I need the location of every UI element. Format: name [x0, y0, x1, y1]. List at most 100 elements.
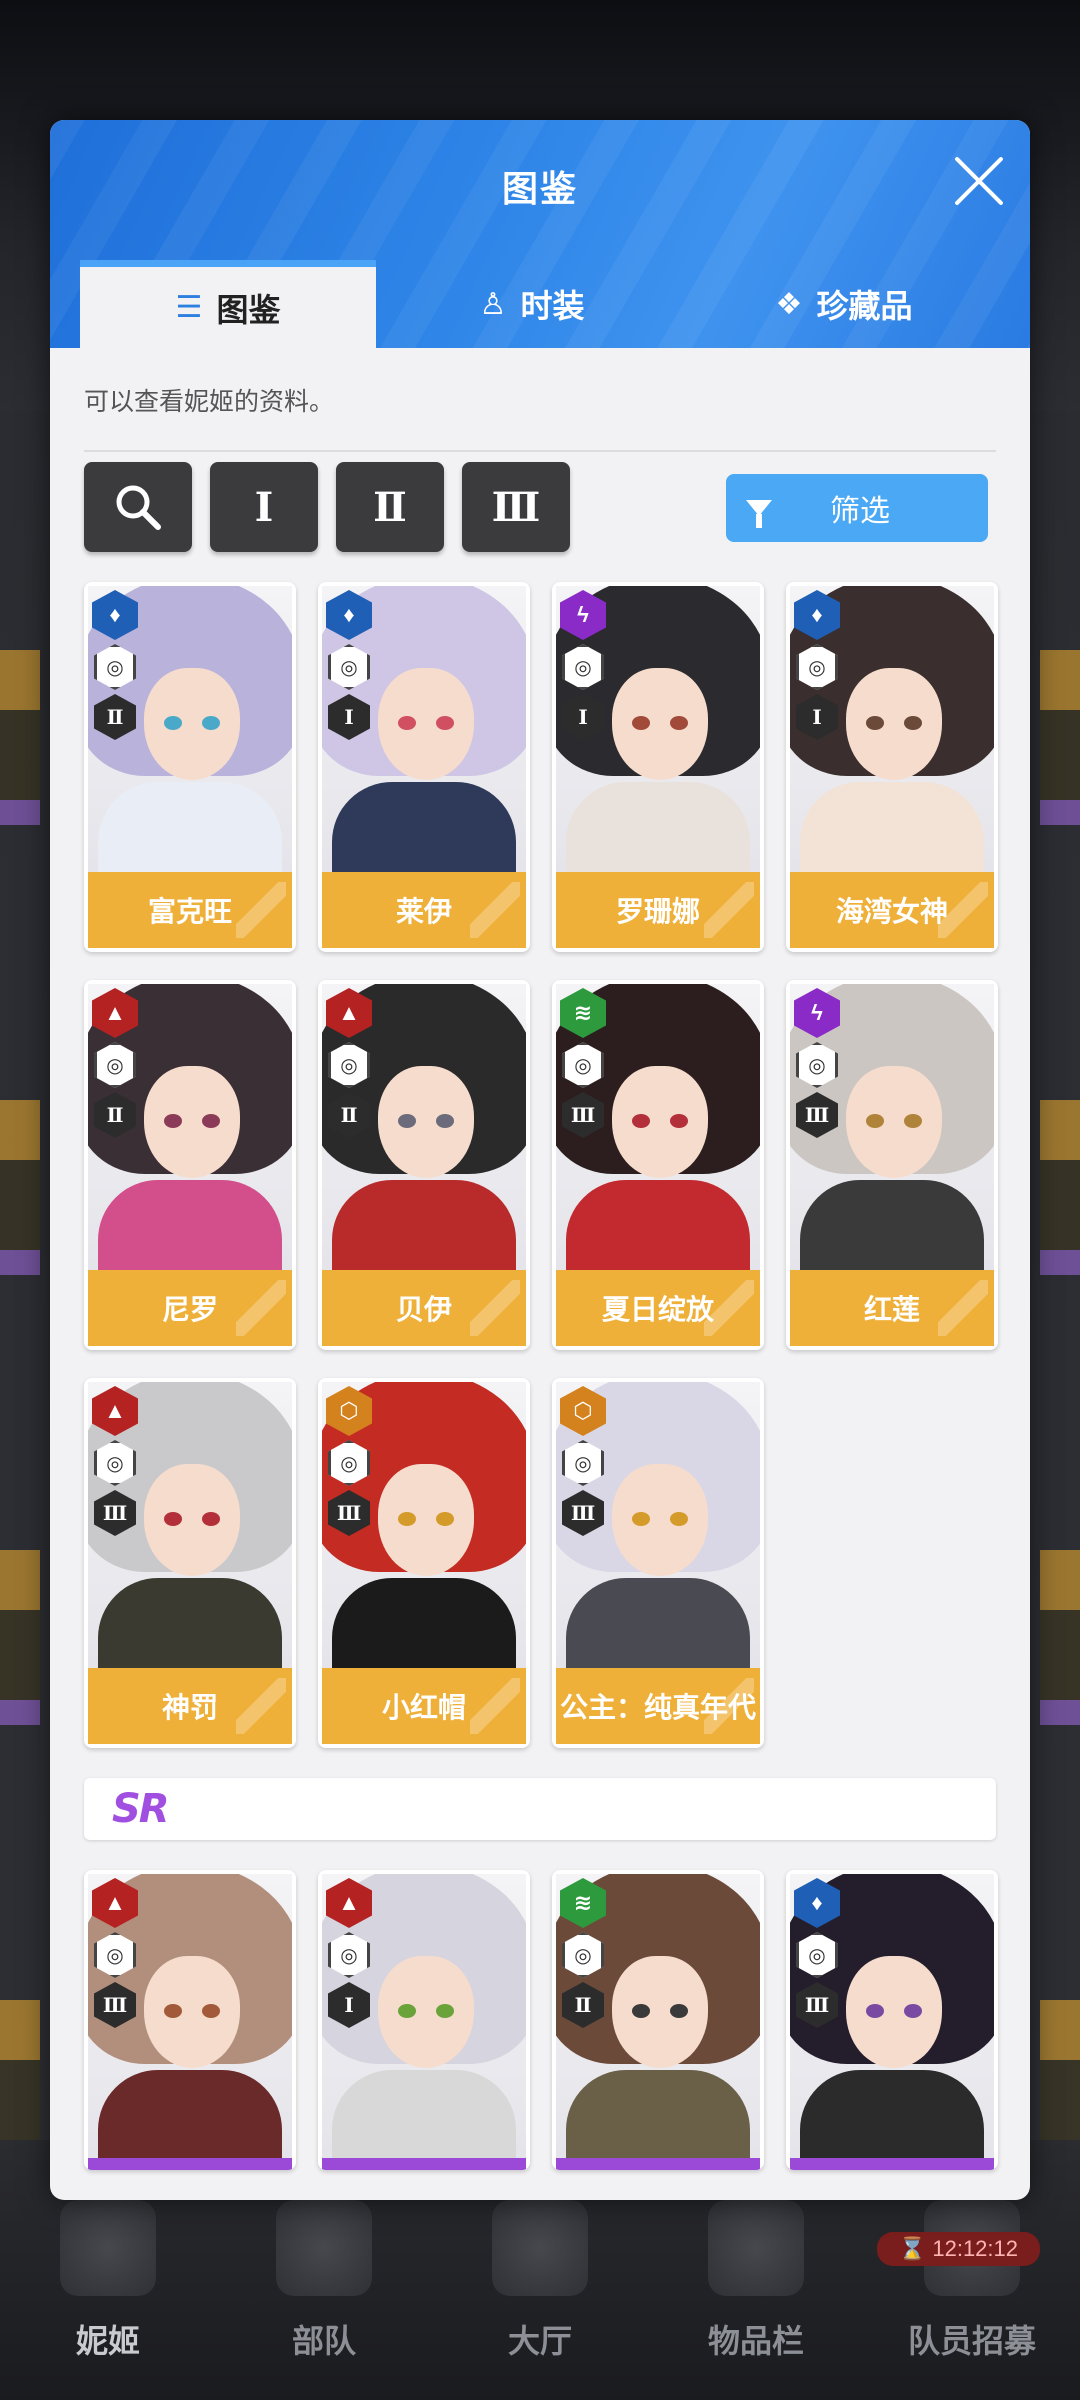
character-name: 红莲 [790, 1270, 994, 1346]
character-card[interactable]: ⬡ ◎ Ⅲ 公主：纯真年代 [552, 1378, 764, 1748]
nav-icon [60, 2200, 156, 2296]
tab-1[interactable]: ♙ 时装 [376, 260, 688, 348]
nav-icon [492, 2200, 588, 2296]
character-badges: ϟ ◎ Ⅲ [794, 988, 846, 1142]
character-badges: ▲ ◎ Ⅲ [92, 1878, 144, 2032]
character-badges: ♦ ◎ Ⅰ [326, 590, 378, 744]
water-element-icon: ♦ [794, 1878, 840, 1928]
sr-rarity-label: SR [112, 1786, 170, 1832]
character-card[interactable]: ▲ ◎ Ⅱ 贝伊 [318, 980, 530, 1350]
character-badges: ▲ ◎ Ⅰ [326, 1878, 378, 2032]
nav-item[interactable]: 物品栏 [666, 2200, 846, 2362]
nav-icon [276, 2200, 372, 2296]
nav-item[interactable]: 部队 [234, 2200, 414, 2362]
character-card[interactable]: ϟ ◎ Ⅰ 罗珊娜 [552, 582, 764, 952]
weapon-type-icon: ◎ [562, 1932, 604, 1978]
fire-element-icon: ▲ [92, 1386, 138, 1436]
burst-level-badge: Ⅱ [328, 1092, 370, 1138]
filter-button[interactable]: 筛选 [726, 474, 988, 542]
nav-label: 部队 [291, 2323, 356, 2359]
character-badges: ♦ ◎ Ⅱ [92, 590, 144, 744]
weapon-type-icon: ◎ [562, 1042, 604, 1088]
weapon-type-icon: ◎ [562, 644, 604, 690]
water-element-icon: ♦ [794, 590, 840, 640]
character-name: 神罚 [88, 1668, 292, 1744]
character-card[interactable]: ♦ ◎ Ⅰ 海湾女神 [786, 582, 998, 952]
divider [84, 450, 996, 452]
fire-element-icon: ▲ [326, 1878, 372, 1928]
character-name: 夏日绽放 [556, 1270, 760, 1346]
burst-level-badge: Ⅲ [328, 1490, 370, 1536]
fire-element-icon: ▲ [326, 988, 372, 1038]
iron-element-icon: ⬡ [326, 1386, 372, 1436]
character-badges: ▲ ◎ Ⅲ [92, 1386, 144, 1540]
search-icon [116, 485, 161, 530]
nav-item[interactable]: 妮姬 [18, 2200, 198, 2362]
weapon-type-icon: ◎ [94, 1042, 136, 1088]
tab-0[interactable]: ☰ 图鉴 [80, 260, 376, 348]
character-card[interactable]: ▲ ◎ Ⅲ [84, 1870, 296, 2170]
nav-item[interactable]: 大厅 [450, 2200, 630, 2362]
weapon-type-icon: ◎ [328, 1440, 370, 1486]
burst-level-badge: Ⅱ [562, 1982, 604, 2028]
nav-item[interactable]: 队员招募 [882, 2200, 1062, 2362]
toolbar: Ⅰ Ⅱ Ⅲ 筛选 [84, 462, 996, 554]
character-card[interactable]: ♦ ◎ Ⅰ 莱伊 [318, 582, 530, 952]
wind-element-icon: ≋ [560, 988, 606, 1038]
character-card[interactable]: ♦ ◎ Ⅲ [786, 1870, 998, 2170]
fire-element-icon: ▲ [92, 1878, 138, 1928]
burst-1-filter-button[interactable]: Ⅰ [210, 462, 318, 552]
weapon-type-icon: ◎ [94, 644, 136, 690]
burst-level-badge: Ⅲ [94, 1982, 136, 2028]
burst-2-filter-button[interactable]: Ⅱ [336, 462, 444, 552]
character-card[interactable]: ϟ ◎ Ⅲ 红莲 [786, 980, 998, 1350]
character-card[interactable]: ♦ ◎ Ⅱ 富克旺 [84, 582, 296, 952]
character-card[interactable]: ≋ ◎ Ⅲ 夏日绽放 [552, 980, 764, 1350]
sr-rarity-bar [88, 2158, 292, 2170]
nav-label: 物品栏 [707, 2323, 804, 2359]
weapon-type-icon: ◎ [796, 1042, 838, 1088]
sr-rarity-bar [322, 2158, 526, 2170]
nav-label: 妮姬 [75, 2323, 140, 2359]
character-card[interactable]: ▲ ◎ Ⅱ 尼罗 [84, 980, 296, 1350]
burst-level-badge: Ⅲ [796, 1092, 838, 1138]
burst-level-badge: Ⅲ [94, 1490, 136, 1536]
character-name: 贝伊 [322, 1270, 526, 1346]
character-card[interactable]: ≋ ◎ Ⅱ [552, 1870, 764, 2170]
character-badges: ⬡ ◎ Ⅲ [326, 1386, 378, 1540]
water-element-icon: ♦ [92, 590, 138, 640]
character-name: 罗珊娜 [556, 872, 760, 948]
recruit-timer: 12:12:12 [876, 2232, 1040, 2266]
tab-2[interactable]: ❖ 珍藏品 [688, 260, 1000, 348]
burst-level-badge: Ⅰ [328, 1982, 370, 2028]
search-button[interactable] [84, 462, 192, 552]
weapon-type-icon: ◎ [796, 644, 838, 690]
filter-label: 筛选 [830, 495, 890, 528]
nav-icon [708, 2200, 804, 2296]
burst-level-badge: Ⅱ [94, 1092, 136, 1138]
nav-label: 大厅 [507, 2323, 572, 2359]
electric-element-icon: ϟ [794, 988, 840, 1038]
weapon-type-icon: ◎ [328, 1042, 370, 1088]
iron-element-icon: ⬡ [560, 1386, 606, 1436]
burst-3-filter-button[interactable]: Ⅲ [462, 462, 570, 552]
character-card[interactable]: ▲ ◎ Ⅲ 神罚 [84, 1378, 296, 1748]
funnel-icon [746, 500, 772, 528]
character-name: 莱伊 [322, 872, 526, 948]
sr-section-header: SR [84, 1778, 996, 1840]
wind-element-icon: ≋ [560, 1878, 606, 1928]
character-card[interactable]: ⬡ ◎ Ⅲ 小红帽 [318, 1378, 530, 1748]
character-name: 小红帽 [322, 1668, 526, 1744]
sr-rarity-bar [556, 2158, 760, 2170]
weapon-type-icon: ◎ [94, 1440, 136, 1486]
close-icon[interactable] [950, 152, 1008, 210]
fire-element-icon: ▲ [92, 988, 138, 1038]
character-name: 公主：纯真年代 [556, 1668, 760, 1744]
character-badges: ♦ ◎ Ⅰ [794, 590, 846, 744]
weapon-type-icon: ◎ [328, 1932, 370, 1978]
collection-modal: 图鉴 ☰ 图鉴 ♙ 时装 ❖ 珍藏品 可以查看妮姬的资料。 Ⅰ Ⅱ Ⅲ 筛选 ♦ ◎ Ⅱ 富克旺… [50, 120, 1030, 2200]
character-card[interactable]: ▲ ◎ Ⅰ [318, 1870, 530, 2170]
dress-icon: ♙ [479, 287, 507, 321]
background-card-strip-right [1040, 650, 1080, 2150]
burst-level-badge: Ⅲ [562, 1092, 604, 1138]
